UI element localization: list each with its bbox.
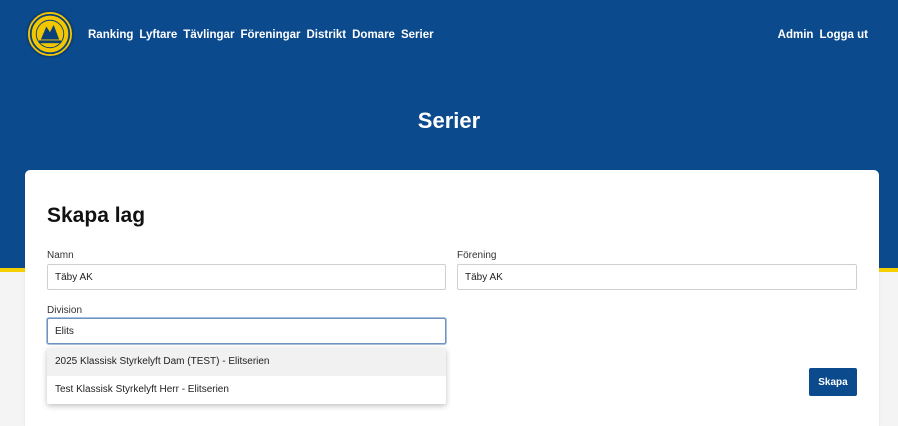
nav-link-tavlingar[interactable]: Tävlingar — [183, 29, 234, 41]
nav-link-domare[interactable]: Domare — [352, 29, 395, 41]
nav-link-admin[interactable]: Admin — [778, 29, 814, 41]
form-title: Skapa lag — [47, 204, 146, 227]
main-nav: Ranking Lyftare Tävlingar Föreningar Dis… — [88, 29, 434, 41]
division-label: Division — [47, 305, 83, 316]
name-input[interactable] — [47, 264, 446, 290]
name-label: Namn — [47, 250, 74, 261]
club-label: Förening — [457, 250, 497, 261]
nav-link-logout[interactable]: Logga ut — [819, 29, 868, 41]
create-button[interactable]: Skapa — [809, 368, 857, 396]
division-input[interactable] — [47, 318, 446, 344]
nav-link-lyftare[interactable]: Lyftare — [139, 29, 177, 41]
create-team-card: Skapa lag Namn Förening Division 2025 Kl… — [25, 170, 879, 426]
page-title: Serier — [417, 108, 481, 133]
division-suggestions: 2025 Klassisk Styrkelyft Dam (TEST) - El… — [47, 348, 446, 404]
nav-link-distrikt[interactable]: Distrikt — [307, 29, 347, 41]
user-nav: Admin Logga ut — [778, 29, 868, 41]
suggestion-item[interactable]: Test Klassisk Styrkelyft Herr - Elitseri… — [47, 376, 446, 404]
nav-link-ranking[interactable]: Ranking — [88, 29, 133, 41]
suggestion-item[interactable]: 2025 Klassisk Styrkelyft Dam (TEST) - El… — [47, 348, 446, 376]
club-input[interactable] — [457, 264, 857, 290]
federation-logo-icon[interactable] — [26, 10, 74, 58]
nav-link-serier[interactable]: Serier — [401, 29, 434, 41]
nav-link-foreningar[interactable]: Föreningar — [240, 29, 300, 41]
